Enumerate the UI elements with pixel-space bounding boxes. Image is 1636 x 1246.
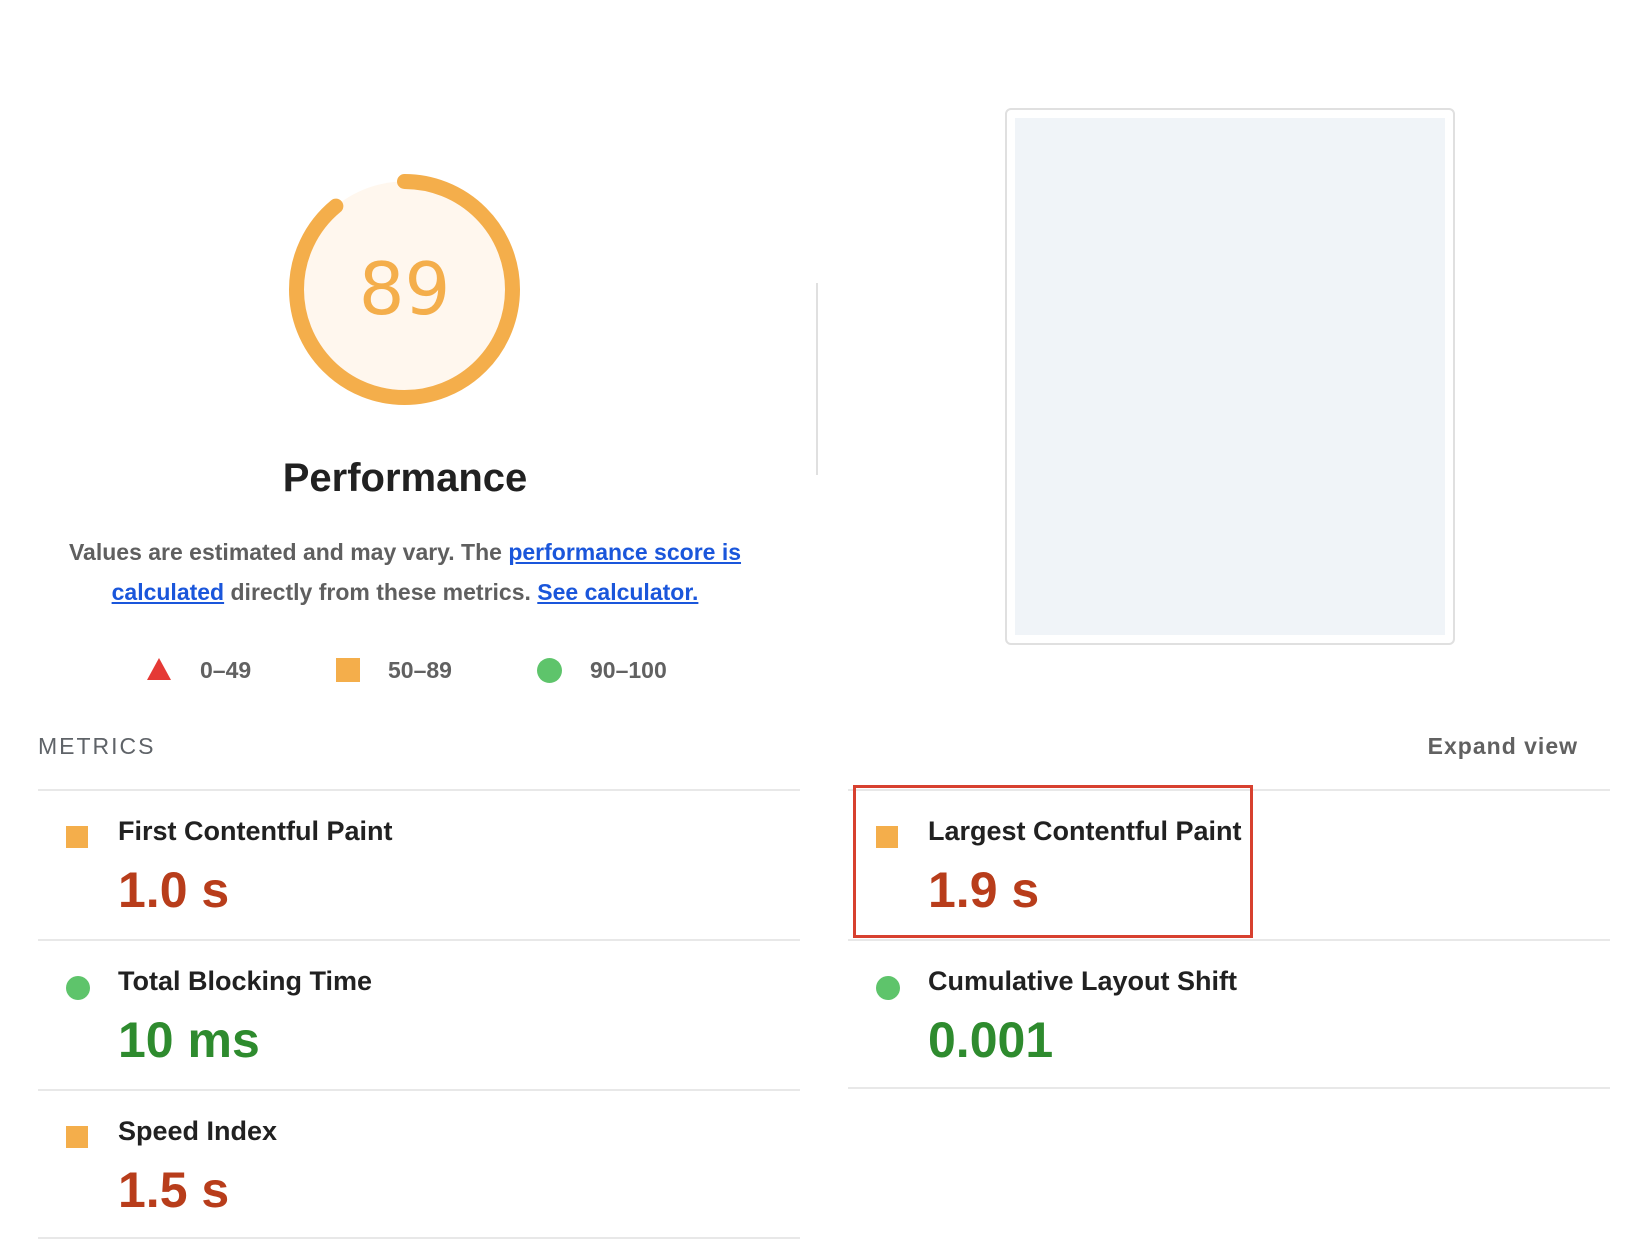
screenshot-placeholder: [1015, 118, 1445, 635]
metric-name: Total Blocking Time: [118, 966, 373, 996]
good-circle-icon: [876, 976, 900, 1000]
metric-value: 10 ms: [118, 1012, 260, 1068]
legend-label: 50–89: [388, 657, 452, 683]
metrics-divider: [848, 1087, 1610, 1089]
vertical-divider: [816, 283, 818, 475]
see-calculator-link[interactable]: See calculator.: [537, 579, 698, 605]
triangle-icon: [147, 658, 171, 680]
expand-view-button[interactable]: Expand view: [1428, 733, 1578, 760]
description-text-1: Values are estimated and may vary. The: [68, 539, 509, 565]
good-circle-icon: [66, 976, 90, 1000]
legend-label: 0–49: [200, 657, 252, 683]
metric-first-contentful-paint: First Contentful Paint 1.0 s: [38, 791, 758, 931]
metric-name: Speed Index: [118, 1116, 278, 1146]
metrics-header: METRICS: [38, 733, 156, 759]
highlight-box: [853, 785, 1253, 938]
performance-title: Performance: [282, 456, 528, 500]
metric-cumulative-layout-shift: Cumulative Layout Shift 0.001: [848, 941, 1568, 1081]
circle-icon: [537, 658, 562, 683]
description-text-2: directly from these metrics.: [224, 579, 538, 605]
square-icon: [336, 658, 360, 682]
metrics-divider: [38, 1237, 800, 1239]
metric-name: Cumulative Layout Shift: [928, 966, 1238, 996]
metric-value: 1.0 s: [118, 862, 230, 918]
metric-speed-index: Speed Index 1.5 s: [38, 1091, 758, 1231]
final-screenshot-thumbnail[interactable]: [1005, 108, 1455, 645]
performance-description: Values are estimated and may vary. The p…: [50, 532, 760, 612]
metric-total-blocking-time: Total Blocking Time 10 ms: [38, 941, 758, 1081]
metric-name: First Contentful Paint: [118, 816, 393, 846]
legend-label: 90–100: [590, 657, 667, 683]
score-legend: 0–49 50–89 90–100: [0, 655, 816, 685]
metric-value: 0.001: [928, 1012, 1054, 1068]
performance-score-gauge: 89: [282, 167, 527, 412]
average-square-icon: [66, 826, 88, 848]
performance-score: 89: [358, 247, 451, 331]
metric-value: 1.5 s: [118, 1162, 230, 1218]
average-square-icon: [66, 1126, 88, 1148]
